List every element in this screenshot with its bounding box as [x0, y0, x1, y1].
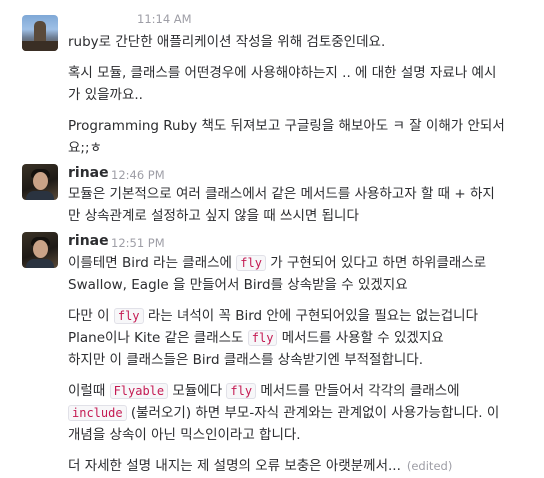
- message-text: 하지만 이 클래스들은 Bird 클래스를 상속받기엔 부적절합니다.: [68, 352, 424, 368]
- message-text: Swallow, Eagle 을 만들어서 Bird를 상속받을 수 있겠지요: [68, 277, 408, 293]
- message-timestamp[interactable]: 11:14 AM: [137, 12, 192, 26]
- message-text: 만 상속관계로 설정하고 싶지 않을 때 쓰시면 됩니다: [68, 208, 359, 224]
- edited-label: (edited): [406, 459, 453, 473]
- inline-code: fly: [247, 330, 278, 346]
- avatar[interactable]: [22, 232, 58, 268]
- message-text: Plane이나 Kite 같은 클래스도 fly 메서드를 사용할 수 있겠지요: [68, 330, 444, 346]
- author-name[interactable]: rinae: [68, 165, 109, 181]
- avatar[interactable]: [22, 164, 58, 200]
- message-text: 가 있을까요..: [68, 87, 143, 103]
- message-timestamp[interactable]: 12:51 PM: [111, 236, 165, 250]
- message-text: Programming Ruby 책도 뒤져보고 구글링을 해보아도 ㅋ 잘 이…: [68, 118, 505, 134]
- inline-code: Flyable: [109, 383, 169, 399]
- message-text: 혹시 모듈, 클래스를 어떤경우에 사용해야하는지 .. 에 대한 설명 자료나…: [68, 65, 497, 81]
- inline-code: include: [68, 405, 127, 421]
- message-text: 다만 이 fly 라는 녀석이 꼭 Bird 안에 구현되어있을 필요는 없는겁…: [68, 308, 478, 324]
- message-timestamp[interactable]: 12:46 PM: [111, 168, 165, 182]
- message-text: ruby로 간단한 애플리케이션 작성을 위해 검토중인데요.: [68, 34, 386, 50]
- author-name[interactable]: rinae: [68, 233, 109, 249]
- inline-code: fly: [226, 383, 257, 399]
- inline-code: fly: [236, 255, 266, 271]
- message-text: 이를테면 Bird 라는 클래스에 fly 가 구현되어 있다고 하면 하위클래…: [68, 255, 487, 271]
- message-text: include (불러오기) 하면 부모-자식 관계와는 관계없이 사용가능합니…: [68, 402, 538, 424]
- message-text: 더 자세한 설명 내지는 제 설명의 오류 보충은 아랫분께서... (edite…: [68, 458, 453, 474]
- inline-code: fly: [113, 308, 144, 324]
- message-text: 요;;ㅎ: [68, 140, 102, 156]
- message-text: 모듈은 기본적으로 여러 클래스에서 같은 메서드를 사용하고자 할 때 + 하…: [68, 186, 495, 202]
- message-text: 이럴때 Flyable 모듈에다 fly 메서드를 만들어서 각각의 클래스에: [68, 383, 460, 399]
- avatar[interactable]: [22, 15, 58, 51]
- avatar-image: [34, 21, 46, 43]
- message-text: 개념을 상속이 아닌 믹스인이라고 합니다.: [68, 427, 301, 443]
